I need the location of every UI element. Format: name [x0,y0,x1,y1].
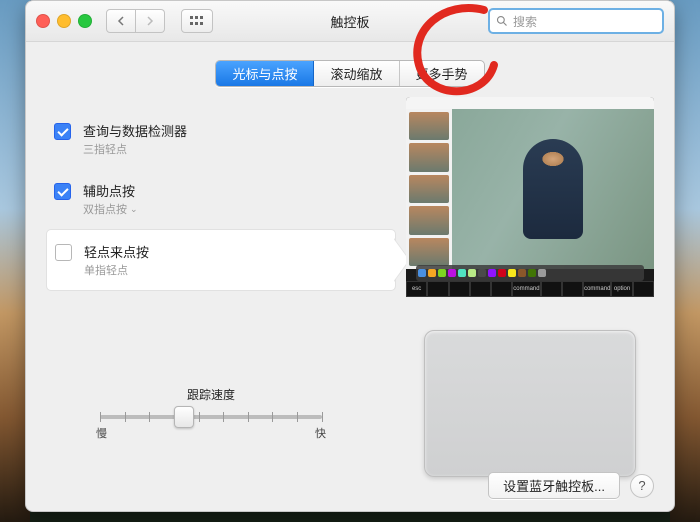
forward-button[interactable] [136,9,165,33]
preferences-window: 触控板 搜索 光标与点按 滚动缩放 更多手势 查询与数据检测器 三指轻点 [25,0,675,512]
preview-trackpad-area [406,309,654,497]
preview-app-window [406,109,654,269]
help-button[interactable]: ? [630,474,654,498]
maximize-icon[interactable] [78,14,92,28]
checkbox-lookup[interactable] [54,123,71,140]
tab-point-click[interactable]: 光标与点按 [216,61,314,86]
grid-icon [190,16,204,26]
preview-touchbar: esccommandcommandoption [406,281,654,297]
option-subtitle: 单指轻点 [84,262,149,278]
option-subtitle-dropdown[interactable]: 双指点按 ⌄ [83,201,138,217]
search-icon [496,15,508,27]
option-subtitle: 三指轻点 [83,141,187,157]
option-title: 查询与数据检测器 [83,121,187,140]
option-title: 辅助点按 [83,181,138,200]
option-secondary-click[interactable]: 辅助点按 双指点按 ⌄ [46,169,396,229]
minimize-icon[interactable] [57,14,71,28]
chevron-down-icon: ⌄ [130,204,138,215]
preview-photo [452,109,654,269]
slider-slow-label: 慢 [96,425,107,441]
nav-buttons [100,9,165,33]
traffic-lights [36,14,92,28]
preview-thumbnail-strip [406,109,452,269]
preview-screen: esccommandcommandoption [406,97,654,297]
window-body: 光标与点按 滚动缩放 更多手势 查询与数据检测器 三指轻点 辅助点按 [26,42,674,511]
search-placeholder: 搜索 [513,13,537,30]
bluetooth-trackpad-button[interactable]: 设置蓝牙触控板... [488,472,620,499]
tracking-speed-slider[interactable] [100,415,322,419]
tab-scroll-zoom[interactable]: 滚动缩放 [314,61,399,86]
search-input[interactable]: 搜索 [488,8,664,34]
slider-knob[interactable] [174,406,194,428]
option-tap-to-click[interactable]: 轻点来点按 单指轻点 [46,229,396,291]
checkbox-tap[interactable] [55,244,72,261]
checkbox-secondary[interactable] [54,183,71,200]
chevron-right-icon [146,16,154,26]
footer: 设置蓝牙触控板... ? [488,472,654,499]
option-title: 轻点来点按 [84,242,149,261]
preview-pane: esccommandcommandoption [396,97,654,497]
preview-trackpad [424,330,636,477]
option-lookup[interactable]: 查询与数据检测器 三指轻点 [46,109,396,169]
titlebar: 触控板 搜索 [26,1,674,42]
show-all-button[interactable] [181,9,213,33]
preview-dock [416,265,644,281]
close-icon[interactable] [36,14,50,28]
tab-more-gestures[interactable]: 更多手势 [400,61,484,86]
tab-segmented-control: 光标与点按 滚动缩放 更多手势 [215,60,484,87]
slider-label: 跟踪速度 [96,386,326,403]
back-button[interactable] [106,9,136,33]
preview-menubar [406,97,654,109]
chevron-left-icon [117,16,125,26]
slider-fast-label: 快 [315,425,326,441]
tracking-speed-control: 跟踪速度 慢 快 [96,386,326,441]
